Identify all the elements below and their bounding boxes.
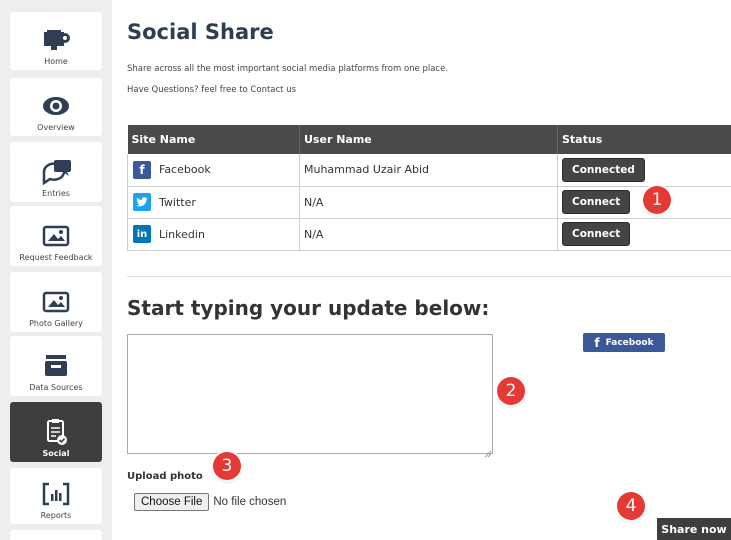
nav-item-social[interactable]: Social (10, 402, 102, 462)
social-sites-table: Site Name User Name Status f Facebook Mu… (127, 125, 731, 251)
nav-item-overview[interactable]: Overview (10, 78, 102, 136)
choose-file-button[interactable]: Choose File (134, 493, 210, 511)
divider (127, 276, 731, 277)
nav-label: Overview (37, 123, 75, 132)
column-header: User Name (299, 125, 558, 154)
connected-button[interactable]: Connected (562, 157, 645, 182)
twitter-icon (133, 193, 151, 211)
table-row: Twitter N/A Connect (127, 186, 731, 219)
nav-label: Social (42, 449, 70, 458)
facebook-icon: f (133, 160, 151, 179)
facebook-icon: f (594, 335, 600, 350)
page-subtitle: Share across all the most important soci… (127, 64, 449, 74)
column-header: Site Name (127, 125, 300, 154)
facebook-share-toggle[interactable]: f Facebook (583, 333, 665, 352)
eye-icon (39, 91, 73, 121)
update-textarea[interactable] (127, 334, 493, 454)
connect-linkedin-button[interactable]: Connect (562, 222, 631, 246)
user-name: Muhammad Uzair Abid (299, 154, 558, 187)
connect-twitter-button[interactable]: Connect (562, 190, 631, 214)
user-name: N/A (299, 186, 558, 219)
nav-label: Photo Gallery (29, 319, 83, 328)
contact-link[interactable]: Have Questions? feel free to Contact us (127, 85, 296, 95)
file-status: No file chosen (213, 496, 287, 508)
facebook-share-label: Facebook (605, 337, 654, 348)
nav-item-data-sources[interactable]: Data Sources (10, 336, 102, 396)
site-name: Twitter (159, 195, 196, 209)
nav-label: Entries (42, 189, 70, 198)
main-content: Social Share Share across all the most i… (112, 0, 731, 540)
annotation-marker: 4 (617, 492, 645, 520)
page-title: Social Share (127, 20, 274, 44)
update-heading: Start typing your update below: (127, 296, 490, 320)
database-box-icon (39, 351, 73, 381)
picture-icon (39, 287, 73, 317)
table-row: f Facebook Muhammad Uzair Abid Connected (127, 154, 731, 187)
share-now-button[interactable]: Share now (657, 518, 731, 540)
upload-photo-label: Upload photo (127, 471, 203, 482)
file-input: Choose File No file chosen (134, 493, 286, 511)
nav-item-partial[interactable] (10, 530, 102, 540)
sidebar: Home Overview Entries Request Feedback P… (0, 0, 112, 540)
home-gear-icon (39, 25, 73, 55)
nav-item-home[interactable]: Home (10, 12, 102, 70)
annotation-marker: 2 (497, 377, 525, 405)
annotation-marker: 1 (643, 186, 671, 214)
nav-item-entries[interactable]: Entries (10, 142, 102, 202)
nav-item-request-feedback[interactable]: Request Feedback (10, 206, 102, 266)
site-name: Facebook (159, 163, 211, 177)
clipboard-check-icon (39, 417, 73, 447)
nav-item-photo-gallery[interactable]: Photo Gallery (10, 272, 102, 332)
site-name: Linkedin (159, 227, 205, 241)
linkedin-icon: in (133, 225, 151, 243)
picture-icon (39, 221, 73, 251)
table-row: in Linkedin N/A Connect (127, 218, 731, 251)
nav-label: Data Sources (29, 383, 83, 392)
nav-item-reports[interactable]: Reports (10, 468, 102, 524)
nav-label: Request Feedback (19, 253, 93, 262)
nav-label: Reports (40, 511, 72, 520)
nav-label: Home (44, 57, 68, 66)
column-header: Status (557, 125, 731, 154)
resize-handle-icon[interactable] (482, 443, 492, 458)
user-name: N/A (299, 218, 558, 251)
annotation-marker: 3 (213, 452, 241, 480)
chat-bubbles-icon (39, 157, 73, 187)
chart-icon (39, 479, 73, 509)
